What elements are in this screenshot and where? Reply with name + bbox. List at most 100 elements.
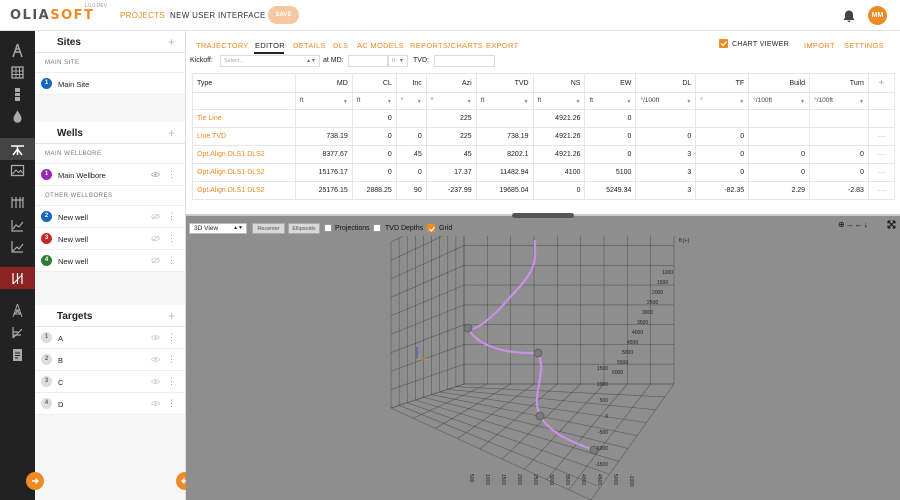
unit-ns[interactable]: ft ▼ <box>532 92 586 110</box>
row-menu-icon[interactable]: ··· <box>867 163 896 182</box>
cell-type[interactable]: Opt.Align DLS1 DLS2 <box>192 145 296 164</box>
table-row[interactable]: Tie Line 0 225 4921.26 0 <box>192 109 896 128</box>
tab-trajectory[interactable]: TRAJECTORY <box>196 41 249 50</box>
visibility-off-icon[interactable] <box>151 257 160 264</box>
cell-azi[interactable]: 17.37 <box>425 163 477 182</box>
col-header-turn[interactable]: Turn <box>809 73 869 93</box>
tab-reports-charts[interactable]: REPORTS/CHARTS <box>410 41 483 50</box>
unit-inc[interactable]: ° ▼ <box>395 92 427 110</box>
table-row[interactable]: Opt.Align DLS1 DLS2 8377.67 0 45 45 8202.1 492… <box>192 145 896 164</box>
cell-ew[interactable]: 0 <box>584 109 637 128</box>
cell-cl[interactable]: 0 <box>351 145 397 164</box>
col-header-inc[interactable]: Inc <box>395 73 427 93</box>
cell-ew[interactable]: 5249.34 <box>584 181 637 200</box>
well-item-2[interactable]: 2 New well ⋮ <box>35 206 185 228</box>
unit-tvd[interactable]: ft ▼ <box>475 92 534 110</box>
tab-dls[interactable]: DLS <box>333 41 349 50</box>
cell-tvd[interactable]: 19685.04 <box>475 181 534 200</box>
grid-checkbox[interactable] <box>427 224 435 232</box>
cell-ns[interactable]: 4921.26 <box>532 145 586 164</box>
logo[interactable]: OLIASOFT <box>10 8 94 23</box>
col-header-ns[interactable]: NS <box>532 73 586 93</box>
table-row[interactable]: Opt.Align DLS1 DLS2 15176.17 0 0 17.37 11482.… <box>192 163 896 182</box>
grid-layout-icon[interactable] <box>10 65 25 80</box>
target-item-a[interactable]: 1 A ⋮ <box>35 327 185 349</box>
cell-tf[interactable]: -82.35 <box>695 181 750 200</box>
cell-inc[interactable]: 0 <box>395 163 427 182</box>
add-site-button[interactable]: + <box>168 35 175 49</box>
drop-icon[interactable] <box>10 109 25 124</box>
target-item-c[interactable]: 3 C ⋮ <box>35 371 185 393</box>
cell-turn[interactable] <box>809 109 869 128</box>
save-button[interactable]: SAVE <box>268 6 299 24</box>
cell-build[interactable]: 0 <box>748 145 811 164</box>
table-row[interactable]: Opt.Align DLS1 DLS2 25176.15 2888.25 90 -237… <box>192 181 896 200</box>
cell-md[interactable]: 25176.15 <box>294 181 353 200</box>
cell-ns[interactable]: 0 <box>532 181 586 200</box>
cell-inc[interactable] <box>395 109 427 128</box>
col-header-tvd[interactable]: TVD <box>475 73 534 93</box>
cell-build[interactable]: 2.29 <box>748 181 811 200</box>
target-item-d[interactable]: 4 D ⋮ <box>35 393 185 415</box>
unit-cl[interactable]: ft ▼ <box>351 92 397 110</box>
cell-md[interactable] <box>294 109 353 128</box>
cell-tvd[interactable]: 8202.1 <box>475 145 534 164</box>
unit-md[interactable]: ft ▼ <box>294 92 353 110</box>
cell-inc[interactable]: 90 <box>395 181 427 200</box>
avatar[interactable]: MM <box>868 6 887 25</box>
nav-new-ui-link[interactable]: NEW USER INTERFACE <box>170 11 266 20</box>
cell-type[interactable]: Tie Line <box>192 109 296 128</box>
cell-tf[interactable]: 0 <box>695 145 750 164</box>
cell-build[interactable]: 0 <box>748 163 811 182</box>
cell-turn[interactable] <box>809 127 869 146</box>
cell-tf[interactable]: 0 <box>695 163 750 182</box>
unit-azi[interactable]: ° ▼ <box>425 92 477 110</box>
cell-inc[interactable]: 45 <box>395 145 427 164</box>
cell-tvd[interactable] <box>475 109 534 128</box>
chart-icon[interactable] <box>10 218 25 233</box>
report-icon[interactable] <box>10 347 25 362</box>
table-row[interactable]: Line TVD 738.19 0 0 225 738.19 4921.26 0 0 0 ··· <box>192 127 896 146</box>
survey-icon[interactable] <box>10 325 25 340</box>
col-header-cl[interactable]: CL <box>351 73 397 93</box>
cell-type[interactable]: Opt.Align DLS1 DLS2 <box>192 181 296 200</box>
add-target-button[interactable]: + <box>168 309 175 323</box>
trend-icon[interactable] <box>10 239 25 254</box>
col-header-build[interactable]: Build <box>748 73 811 93</box>
row-menu-icon[interactable]: ··· <box>867 127 896 146</box>
target-menu-icon[interactable]: ⋮ <box>167 331 176 343</box>
well-item-main[interactable]: 1 Main Wellbore ⋮ <box>35 164 185 186</box>
well-item-3[interactable]: 3 New well ⋮ <box>35 228 185 250</box>
visibility-icon[interactable] <box>151 356 160 363</box>
cell-md[interactable]: 738.19 <box>294 127 353 146</box>
cell-dl[interactable]: 3 <box>635 145 697 164</box>
cell-ns[interactable]: 4921.26 <box>532 127 586 146</box>
expand-rail-button[interactable] <box>26 472 44 490</box>
cell-dl[interactable]: 0 <box>635 127 697 146</box>
cell-turn[interactable]: 0 <box>809 163 869 182</box>
recenter-button[interactable]: Recenter <box>252 223 285 234</box>
add-row-button[interactable]: + <box>867 73 896 93</box>
cell-cl[interactable]: 2888.25 <box>351 181 397 200</box>
col-header-ew[interactable]: EW <box>584 73 637 93</box>
cell-type[interactable]: Opt.Align DLS1 DLS2 <box>192 163 296 182</box>
target-menu-icon[interactable]: ⋮ <box>167 375 176 387</box>
ellipsoids-button[interactable]: Ellipsoids <box>288 223 320 234</box>
unit-dl[interactable]: °/100ft ▼ <box>635 92 697 110</box>
wells-plot-icon[interactable] <box>10 271 25 286</box>
unit-turn[interactable]: °/100ft ▼ <box>809 92 869 110</box>
cell-turn[interactable]: -2.83 <box>809 181 869 200</box>
cell-tvd[interactable]: 738.19 <box>475 127 534 146</box>
cell-cl[interactable]: 0 <box>351 163 397 182</box>
visibility-icon[interactable] <box>151 171 160 178</box>
cell-ew[interactable]: 0 <box>584 127 637 146</box>
cell-md[interactable]: 8377.67 <box>294 145 353 164</box>
fullscreen-icon[interactable] <box>887 220 896 229</box>
row-menu-icon[interactable]: ··· <box>867 145 896 164</box>
unit-build[interactable]: °/100ft ▼ <box>748 92 811 110</box>
add-well-button[interactable]: + <box>168 126 175 140</box>
derrick-icon[interactable] <box>10 303 25 318</box>
tab-export[interactable]: EXPORT <box>486 41 519 50</box>
col-header-type[interactable]: Type <box>192 73 296 93</box>
target-menu-icon[interactable]: ⋮ <box>167 397 176 409</box>
